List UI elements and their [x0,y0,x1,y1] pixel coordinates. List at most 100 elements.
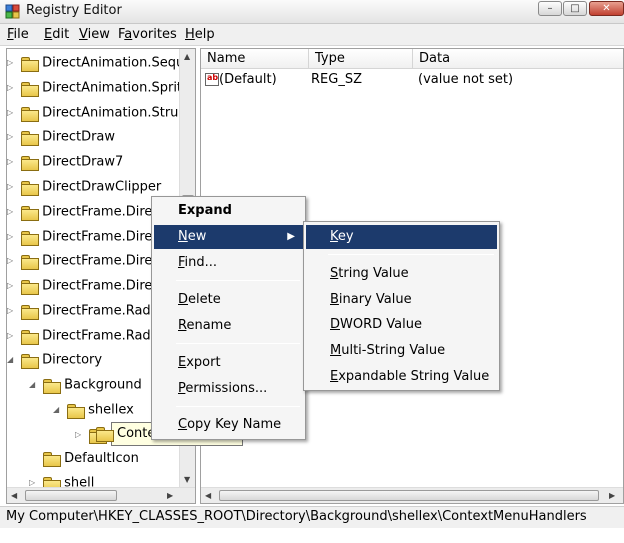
menu-favorites[interactable]: Favorites [118,27,177,42]
string-value-icon: ab [205,73,219,86]
column-header-data[interactable]: Data [413,49,623,69]
menu-edit[interactable]: Edit [44,27,69,42]
minimize-button[interactable]: – [538,1,562,16]
expand-icon[interactable]: ▷ [7,299,17,323]
expand-icon[interactable]: ▷ [7,150,17,174]
folder-icon [21,56,40,72]
folder-icon [21,254,40,270]
title-bar: Registry Editor – □ ✕ [0,0,624,24]
folder-icon [21,180,40,196]
submenu-arrow-icon: ▶ [287,231,295,242]
folder-icon [21,353,40,369]
expand-icon[interactable]: ▷ [7,51,17,75]
expand-icon[interactable]: ▷ [7,101,17,125]
menu-view[interactable]: View [79,27,110,42]
list-horizontal-scrollbar[interactable]: ◀ ▶ [201,487,623,503]
expand-icon[interactable]: ▷ [7,225,17,249]
tree-item[interactable]: ▷ DirectAnimation.SpriteC [7,76,195,100]
expand-icon[interactable]: ▷ [7,125,17,149]
folder-icon [21,205,40,221]
menu-item-permissions[interactable]: Permissions... [154,377,303,401]
tree-item[interactable]: ▷ DirectAnimation.Sequen [7,51,195,75]
menu-item-delete[interactable]: Delete [154,288,303,312]
column-header-name[interactable]: Name [201,49,309,69]
menu-item-copy-key-name[interactable]: Copy Key Name [154,413,303,437]
submenu-item-key[interactable]: Key [306,225,497,249]
close-button[interactable]: ✕ [589,1,624,16]
folder-icon [43,452,62,467]
tree-item-background[interactable]: ◢ Background [29,373,142,397]
menu-item-expand[interactable]: Expand [154,199,303,223]
expand-icon[interactable]: ▷ [7,175,17,199]
menu-item-export[interactable]: Export [154,351,303,375]
scroll-right-arrow-icon[interactable]: ▶ [609,491,615,500]
expand-icon[interactable]: ▷ [75,423,85,447]
value-name-cell[interactable]: ab(Default) [205,71,277,89]
scroll-thumb[interactable] [25,490,117,501]
collapse-icon[interactable]: ◢ [7,348,17,372]
maximize-button[interactable]: □ [563,1,587,16]
tree-item-shellex[interactable]: ◢ shellex [53,398,134,422]
column-header-type[interactable]: Type [309,49,413,69]
expand-icon[interactable]: ▷ [7,200,17,224]
tree-item[interactable]: ▷ DirectFrame.Direct [7,249,165,273]
collapse-icon[interactable]: ◢ [29,373,39,397]
new-submenu: Key String Value Binary Value DWORD Valu… [303,221,500,391]
menu-help[interactable]: Help [185,27,215,42]
folder-icon [21,230,40,246]
tree-item[interactable]: ▷ DirectFrame.Radio [7,299,162,323]
folder-icon [67,403,86,419]
scroll-right-arrow-icon[interactable]: ▶ [167,491,173,500]
folder-icon [21,279,40,295]
bottom-margin [0,528,624,543]
menu-item-find[interactable]: Find... [154,251,303,275]
folder-open-icon [96,427,114,442]
tree-item[interactable]: ▷ DirectFrame.Direct [7,225,165,249]
menu-item-new[interactable]: New ▶ [154,225,303,249]
tree-horizontal-scrollbar[interactable]: ◀ ▶ [7,487,195,503]
value-type-cell: REG_SZ [311,72,362,87]
tree-item[interactable]: ▷ DirectDraw7 [7,150,123,174]
expand-icon[interactable]: ▷ [7,76,17,100]
menu-separator [176,280,300,281]
submenu-item-dword-value[interactable]: DWORD Value [306,313,497,337]
expand-icon[interactable]: ▷ [7,274,17,298]
status-bar: My Computer\HKEY_CLASSES_ROOT\Directory\… [0,506,624,528]
scroll-left-arrow-icon[interactable]: ◀ [205,491,211,500]
expand-icon[interactable]: ▷ [7,249,17,273]
tree-item[interactable]: ▷ DirectDraw [7,125,115,149]
tree-item[interactable]: ▷ DirectFrame.Radio [7,324,162,348]
tree-item-directory[interactable]: ◢ Directory [7,348,102,372]
folder-icon [21,329,40,345]
tree-item-defaulticon[interactable]: DefaultIcon [29,447,139,471]
collapse-icon[interactable]: ◢ [53,398,63,422]
tree-item[interactable]: ▷ DirectDrawClipper [7,175,161,199]
tree-item[interactable]: ▷ DirectAnimation.Structu [7,101,195,125]
registry-editor-icon [5,4,20,19]
scroll-thumb[interactable] [219,490,599,501]
value-data-cell: (value not set) [418,72,514,87]
scroll-left-arrow-icon[interactable]: ◀ [11,491,17,500]
menu-separator [176,406,300,407]
folder-icon [21,155,40,171]
folder-icon [43,378,62,394]
menu-item-rename[interactable]: Rename [154,314,303,338]
menu-file[interactable]: File [7,27,29,42]
menu-bar: File Edit View Favorites Help [0,24,624,46]
scroll-up-arrow-icon[interactable]: ▲ [184,52,190,61]
tree-item[interactable]: ▷ DirectFrame.Direct [7,274,165,298]
folder-icon [21,81,40,97]
expand-icon[interactable]: ▷ [7,324,17,348]
window-title: Registry Editor [26,3,122,18]
submenu-item-binary-value[interactable]: Binary Value [306,288,497,312]
menu-separator [176,343,300,344]
folder-icon [21,304,40,320]
submenu-item-expandable-string-value[interactable]: Expandable String Value [306,365,497,389]
submenu-item-string-value[interactable]: String Value [306,262,497,286]
folder-icon [21,130,40,146]
context-menu: Expand New ▶ Find... Delete Rename Export… [151,196,306,440]
tree-item[interactable]: ▷ DirectFrame.Direct [7,200,165,224]
scroll-down-arrow-icon[interactable]: ▼ [184,475,190,484]
submenu-item-multi-string-value[interactable]: Multi-String Value [306,339,497,363]
folder-icon [21,106,40,122]
